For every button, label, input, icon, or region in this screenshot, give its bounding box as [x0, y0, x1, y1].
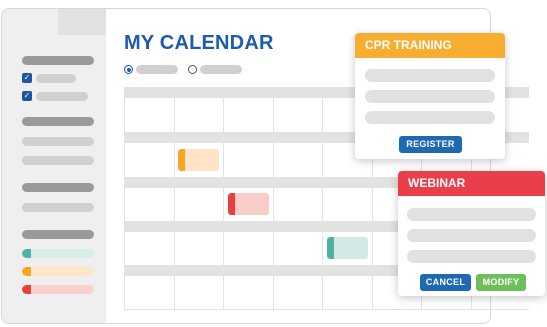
event-chip-orange[interactable]: [178, 149, 219, 171]
legend-fill: [22, 267, 94, 276]
view-radio-2[interactable]: [188, 65, 197, 74]
sidebar-item-placeholder[interactable]: [22, 137, 94, 146]
grid-line: [273, 87, 274, 310]
cancel-button[interactable]: CANCEL: [420, 274, 471, 291]
event-color-cap: [178, 149, 185, 171]
cpr-training-header: CPR TRAINING: [355, 33, 505, 58]
sidebar-heading-placeholder: [22, 56, 94, 65]
webinar-header: WEBINAR: [398, 171, 545, 196]
popup-text-placeholder: [407, 250, 536, 263]
event-chip-red[interactable]: [228, 193, 269, 215]
sidebar-heading-placeholder: [22, 183, 94, 192]
view-radio-1[interactable]: [124, 65, 133, 74]
legend-color-cap: [22, 285, 31, 294]
register-button[interactable]: REGISTER: [399, 136, 462, 153]
filter-label-placeholder-2: [36, 92, 88, 101]
legend-color-cap: [22, 249, 31, 258]
filter-checkbox-2[interactable]: ✓: [22, 91, 32, 101]
sidebar: ✓ ✓: [2, 9, 106, 323]
filter-checkbox-1[interactable]: ✓: [22, 73, 32, 83]
page-title: MY CALENDAR: [124, 32, 274, 54]
modify-button[interactable]: MODIFY: [476, 274, 526, 291]
sidebar-header-block: [58, 9, 106, 35]
cpr-training-popup: CPR TRAINING REGISTER: [355, 33, 505, 159]
popup-text-placeholder: [407, 229, 536, 242]
grid-line: [322, 87, 323, 310]
event-color-cap: [327, 237, 334, 259]
legend-item-orange[interactable]: [22, 267, 94, 276]
sidebar-heading-placeholder: [22, 117, 94, 126]
checkmark-icon: ✓: [23, 91, 31, 100]
legend-item-teal[interactable]: [22, 249, 94, 258]
legend-fill: [22, 285, 94, 294]
popup-text-placeholder: [365, 69, 495, 82]
popup-text-placeholder: [365, 111, 495, 124]
checkmark-icon: ✓: [23, 73, 31, 82]
popup-text-placeholder: [407, 208, 536, 221]
grid-line: [223, 87, 224, 310]
event-color-cap: [228, 193, 235, 215]
popup-text-placeholder: [365, 90, 495, 103]
grid-line: [174, 87, 175, 310]
legend-color-cap: [22, 267, 31, 276]
webinar-popup: WEBINAR CANCEL MODIFY: [398, 171, 545, 296]
view-label-placeholder-1: [136, 65, 178, 74]
grid-line: [124, 309, 529, 310]
sidebar-item-placeholder[interactable]: [22, 203, 94, 212]
sidebar-heading-placeholder: [22, 230, 94, 239]
legend-fill: [22, 249, 94, 258]
sidebar-item-placeholder[interactable]: [22, 156, 94, 165]
legend-item-red[interactable]: [22, 285, 94, 294]
grid-line: [124, 87, 125, 310]
view-label-placeholder-2: [200, 65, 242, 74]
filter-label-placeholder-1: [36, 74, 76, 83]
event-chip-teal[interactable]: [327, 237, 368, 259]
